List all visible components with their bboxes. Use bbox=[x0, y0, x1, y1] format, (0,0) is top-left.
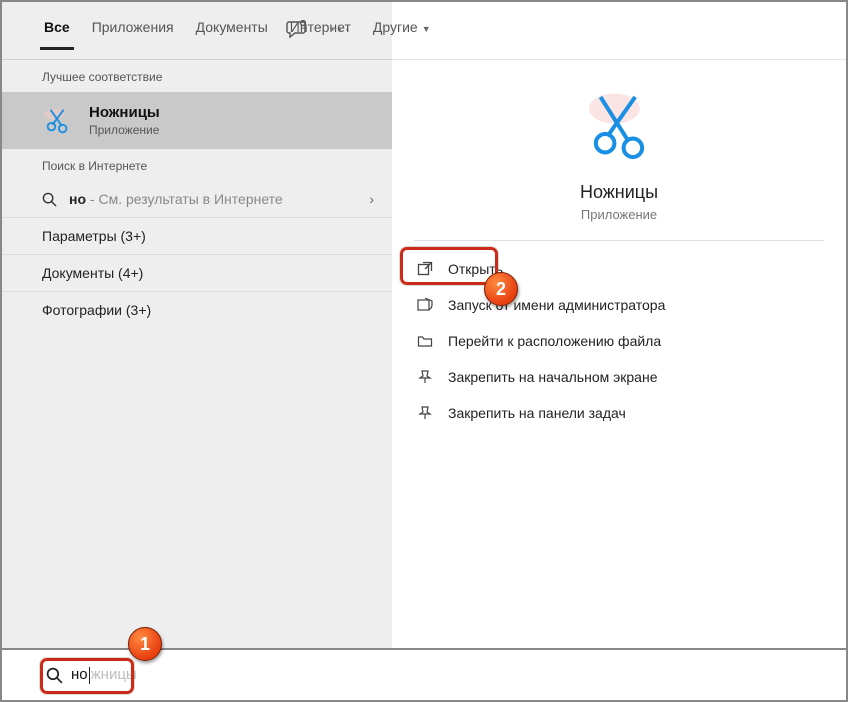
action-run-admin[interactable]: Запуск от имени администратора bbox=[406, 287, 832, 323]
search-icon bbox=[46, 667, 63, 684]
action-pin-taskbar[interactable]: Закрепить на панели задач bbox=[406, 395, 832, 431]
tab-docs[interactable]: Документы bbox=[196, 13, 268, 49]
results-pane: Все Приложения Документы Интернет Другие… bbox=[2, 2, 392, 648]
preview-title: Ножницы bbox=[580, 182, 658, 203]
pin-icon bbox=[416, 368, 434, 386]
best-match-subtitle: Приложение bbox=[89, 123, 160, 137]
feedback-icon[interactable] bbox=[286, 20, 308, 40]
folder-icon bbox=[416, 332, 434, 350]
chevron-down-icon: ▼ bbox=[422, 24, 431, 34]
search-bar: ножницы bbox=[2, 648, 846, 700]
action-list: Открыть Запуск от имени администратора П… bbox=[392, 247, 846, 431]
pin-icon bbox=[416, 404, 434, 422]
chevron-right-icon: › bbox=[369, 191, 374, 207]
action-pin-start[interactable]: Закрепить на начальном экране bbox=[406, 359, 832, 395]
tab-more[interactable]: Другие▼ bbox=[373, 13, 431, 49]
section-best-match: Лучшее соответствие bbox=[2, 60, 392, 92]
best-match-title: Ножницы bbox=[89, 104, 160, 121]
preview-pane: Ножницы Приложение Открыть Запуск от име… bbox=[392, 2, 846, 648]
search-icon bbox=[42, 192, 57, 207]
more-icon[interactable]: ··· bbox=[330, 21, 352, 39]
web-search-row[interactable]: но - См. результаты в Интернете › bbox=[2, 181, 392, 217]
best-match-result[interactable]: Ножницы Приложение bbox=[2, 92, 392, 149]
filter-header: Все Приложения Документы Интернет Другие… bbox=[2, 2, 392, 60]
tab-all[interactable]: Все bbox=[44, 13, 70, 49]
scissors-icon bbox=[580, 88, 658, 166]
row-photos[interactable]: Фотографии (3+) bbox=[2, 292, 392, 328]
tab-apps[interactable]: Приложения bbox=[92, 13, 174, 49]
action-open-location[interactable]: Перейти к расположению файла bbox=[406, 323, 832, 359]
row-settings[interactable]: Параметры (3+) bbox=[2, 218, 392, 254]
section-web-search: Поиск в Интернете bbox=[2, 149, 392, 181]
admin-icon bbox=[416, 296, 434, 314]
row-documents[interactable]: Документы (4+) bbox=[2, 255, 392, 291]
scissors-icon bbox=[42, 105, 74, 137]
search-input[interactable]: ножницы bbox=[71, 666, 828, 684]
preview-subtitle: Приложение bbox=[581, 207, 657, 222]
action-open[interactable]: Открыть bbox=[406, 251, 832, 287]
open-icon bbox=[416, 260, 434, 278]
